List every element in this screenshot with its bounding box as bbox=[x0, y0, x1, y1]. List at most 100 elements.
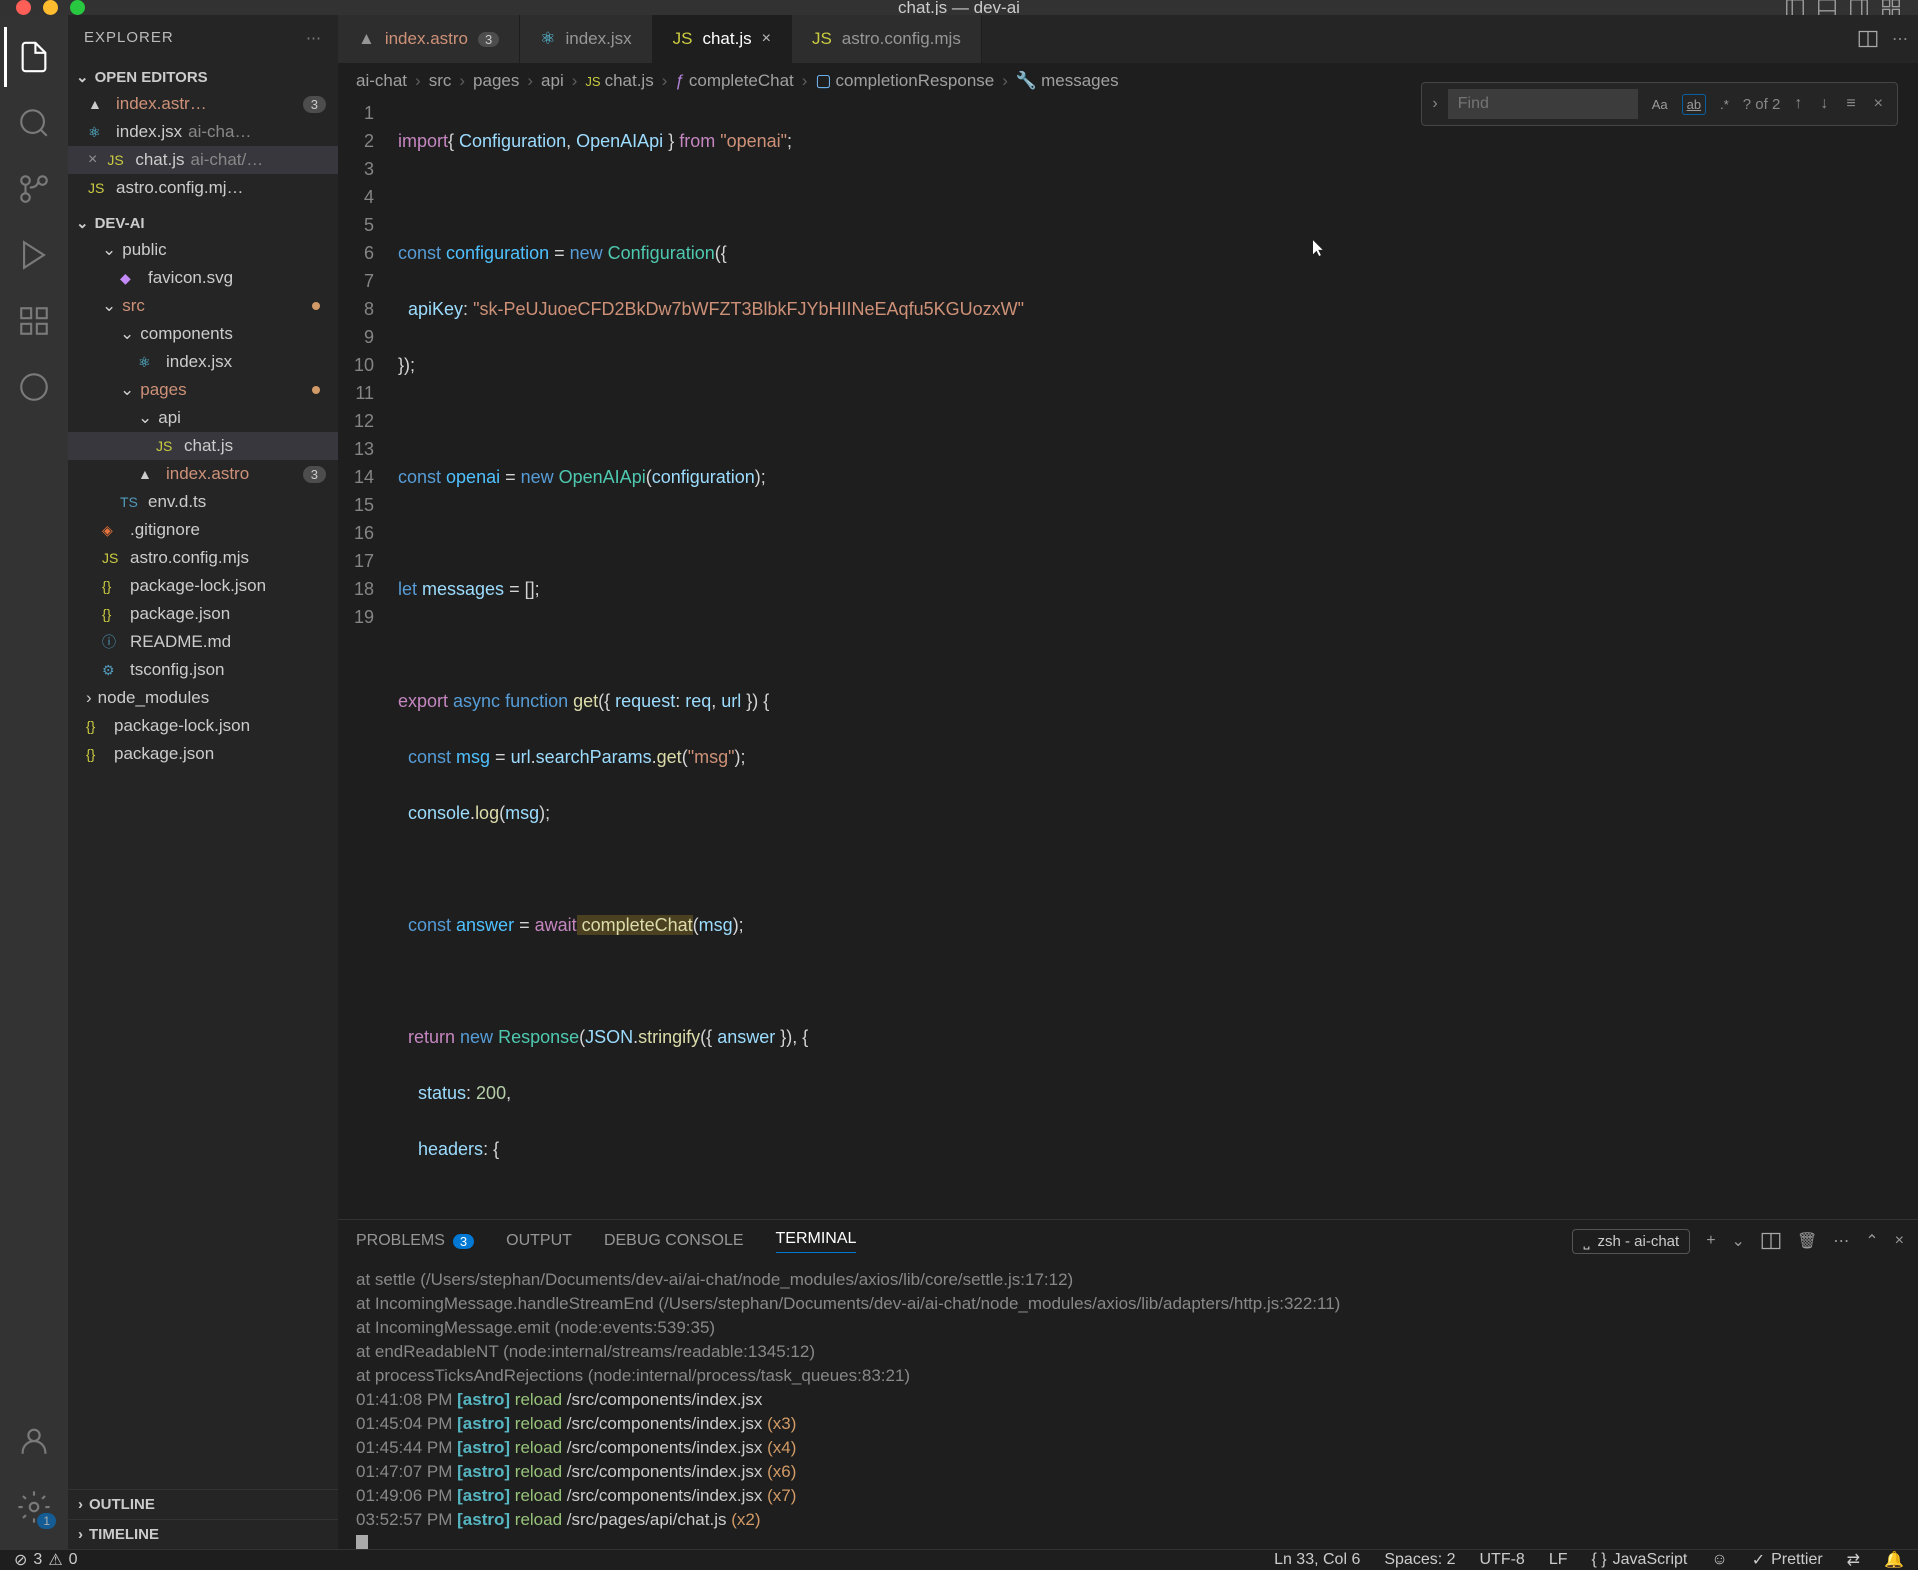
file-index-jsx[interactable]: ⚛index.jsx bbox=[68, 348, 338, 376]
close-panel-icon[interactable]: × bbox=[1895, 1232, 1904, 1250]
code-editor[interactable]: 12345678910111213141516171819 import{ Co… bbox=[338, 99, 1918, 1219]
file-chat-js[interactable]: JSchat.js bbox=[68, 432, 338, 460]
tab-astro-config[interactable]: JS astro.config.mjs bbox=[792, 15, 982, 63]
project-header[interactable]: ⌄DEV-AI bbox=[68, 210, 338, 236]
folder-node-modules[interactable]: ›node_modules bbox=[68, 684, 338, 712]
close-tab-icon[interactable]: × bbox=[762, 30, 771, 48]
status-ln-col[interactable]: Ln 33, Col 6 bbox=[1274, 1551, 1360, 1569]
variable-icon: ▢ bbox=[815, 71, 831, 91]
sidebar: EXPLORER ⋯ ⌄OPEN EDITORS ▲ index.astr… 3… bbox=[68, 15, 338, 1549]
window-minimize-button[interactable] bbox=[43, 0, 58, 15]
file-env-dts[interactable]: TSenv.d.ts bbox=[68, 488, 338, 516]
find-prev-icon[interactable]: ↑ bbox=[1790, 93, 1806, 115]
find-next-icon[interactable]: ↓ bbox=[1816, 93, 1832, 115]
file-package-json-2[interactable]: {}package.json bbox=[68, 740, 338, 768]
file-favicon[interactable]: ◆favicon.svg bbox=[68, 264, 338, 292]
file-tsconfig[interactable]: ⚙tsconfig.json bbox=[68, 656, 338, 684]
terminal-output[interactable]: at settle (/Users/stephan/Documents/dev-… bbox=[338, 1262, 1918, 1549]
folder-src[interactable]: ⌄src bbox=[68, 292, 338, 320]
folder-components[interactable]: ⌄components bbox=[68, 320, 338, 348]
panel-more-icon[interactable]: ⋯ bbox=[1833, 1231, 1849, 1251]
find-regex-icon[interactable]: .* bbox=[1716, 95, 1733, 114]
status-eol[interactable]: LF bbox=[1549, 1551, 1568, 1569]
close-editor-icon[interactable]: × bbox=[88, 151, 97, 169]
open-editor-index-jsx[interactable]: ⚛ index.jsx ai-cha… bbox=[68, 118, 338, 146]
terminal-icon: ⎵ bbox=[1583, 1233, 1589, 1250]
function-icon: ƒ bbox=[675, 71, 684, 91]
activity-explorer[interactable] bbox=[4, 27, 64, 87]
terminal-cursor bbox=[356, 1535, 368, 1549]
panel-tab-debug[interactable]: DEBUG CONSOLE bbox=[604, 1232, 744, 1250]
terminal-dropdown[interactable]: ⎵ zsh - ai-chat bbox=[1572, 1229, 1690, 1254]
astro-file-icon: ▲ bbox=[88, 96, 106, 112]
status-notifications-icon[interactable]: 🔔 bbox=[1884, 1550, 1904, 1570]
activity-settings[interactable]: 1 bbox=[4, 1477, 64, 1537]
maximize-panel-icon[interactable]: ⌃ bbox=[1865, 1231, 1878, 1251]
find-case-icon[interactable]: Aa bbox=[1648, 95, 1672, 114]
find-expand-icon[interactable]: › bbox=[1432, 95, 1437, 113]
kill-terminal-icon[interactable]: 🗑 bbox=[1797, 1231, 1817, 1251]
activity-extensions[interactable] bbox=[4, 291, 64, 351]
status-feedback-icon[interactable]: ☺ bbox=[1711, 1551, 1727, 1569]
status-prettier[interactable]: ✓Prettier bbox=[1752, 1550, 1823, 1570]
folder-public[interactable]: ⌄public bbox=[68, 236, 338, 264]
file-readme[interactable]: ⓘREADME.md bbox=[68, 628, 338, 656]
timeline-header[interactable]: ›TIMELINE bbox=[68, 1519, 338, 1549]
file-gitignore[interactable]: ◈.gitignore bbox=[68, 516, 338, 544]
git-file-icon: ◈ bbox=[102, 522, 120, 539]
react-file-icon: ⚛ bbox=[88, 124, 106, 141]
tab-index-jsx[interactable]: ⚛ index.jsx bbox=[520, 15, 652, 63]
open-editor-astro-config[interactable]: JS astro.config.mj… bbox=[68, 174, 338, 202]
outline-header[interactable]: ›OUTLINE bbox=[68, 1489, 338, 1519]
file-astro-config[interactable]: JSastro.config.mjs bbox=[68, 544, 338, 572]
sidebar-title: EXPLORER bbox=[84, 29, 174, 46]
json-file-icon: {} bbox=[102, 606, 120, 622]
status-live-share-icon[interactable]: ⇄ bbox=[1847, 1550, 1860, 1570]
status-language[interactable]: { }JavaScript bbox=[1592, 1551, 1688, 1569]
js-file-icon: JS bbox=[673, 29, 693, 49]
file-package-lock-2[interactable]: {}package-lock.json bbox=[68, 712, 338, 740]
find-close-icon[interactable]: × bbox=[1870, 93, 1887, 115]
status-errors[interactable]: ⊘3 ⚠0 bbox=[14, 1550, 78, 1570]
activity-search[interactable] bbox=[4, 93, 64, 153]
open-editor-chat-js[interactable]: × JS chat.js ai-chat/… bbox=[68, 146, 338, 174]
line-numbers: 12345678910111213141516171819 bbox=[338, 99, 398, 1219]
terminal-split-chevron-icon[interactable]: ⌄ bbox=[1732, 1231, 1745, 1251]
find-widget: › Aa ab .* ? of 2 ↑ ↓ ≡ × bbox=[1421, 82, 1898, 126]
js-file-icon: JS bbox=[812, 29, 832, 49]
panel-tab-terminal[interactable]: TERMINAL bbox=[776, 1230, 857, 1253]
file-package-json[interactable]: {}package.json bbox=[68, 600, 338, 628]
folder-pages[interactable]: ⌄pages bbox=[68, 376, 338, 404]
activity-source-control[interactable] bbox=[4, 159, 64, 219]
find-input[interactable] bbox=[1448, 89, 1638, 119]
window-close-button[interactable] bbox=[16, 0, 31, 15]
folder-api[interactable]: ⌄api bbox=[68, 404, 338, 432]
sidebar-more-icon[interactable]: ⋯ bbox=[306, 29, 322, 47]
tab-chat-js[interactable]: JS chat.js × bbox=[653, 15, 792, 63]
split-editor-icon[interactable] bbox=[1858, 29, 1878, 49]
open-editors-header[interactable]: ⌄OPEN EDITORS bbox=[68, 64, 338, 90]
code-content[interactable]: import{ Configuration, OpenAIApi } from … bbox=[398, 99, 1918, 1219]
file-package-lock[interactable]: {}package-lock.json bbox=[68, 572, 338, 600]
panel-tab-problems[interactable]: PROBLEMS 3 bbox=[356, 1232, 474, 1250]
error-icon: ⊘ bbox=[14, 1550, 27, 1570]
js-file-icon: JS bbox=[102, 550, 120, 566]
tab-index-astro[interactable]: ▲ index.astro 3 bbox=[338, 15, 520, 63]
new-terminal-icon[interactable]: + bbox=[1706, 1232, 1715, 1250]
panel-tab-output[interactable]: OUTPUT bbox=[506, 1232, 572, 1250]
open-editor-index-astro[interactable]: ▲ index.astr… 3 bbox=[68, 90, 338, 118]
find-selection-icon[interactable]: ≡ bbox=[1842, 93, 1859, 115]
modified-dot-icon bbox=[312, 302, 320, 310]
find-whole-word-icon[interactable]: ab bbox=[1682, 94, 1706, 115]
activity-run-debug[interactable] bbox=[4, 225, 64, 285]
window-maximize-button[interactable] bbox=[70, 0, 85, 15]
file-index-astro[interactable]: ▲index.astro3 bbox=[68, 460, 338, 488]
js-file-icon: JS bbox=[107, 152, 125, 168]
status-encoding[interactable]: UTF-8 bbox=[1480, 1551, 1525, 1569]
activity-edge[interactable] bbox=[4, 357, 64, 417]
activity-accounts[interactable] bbox=[4, 1411, 64, 1471]
tab-more-icon[interactable]: ⋯ bbox=[1892, 29, 1908, 49]
status-spaces[interactable]: Spaces: 2 bbox=[1384, 1551, 1455, 1569]
split-terminal-icon[interactable] bbox=[1761, 1231, 1781, 1251]
ts-file-icon: TS bbox=[120, 494, 138, 510]
